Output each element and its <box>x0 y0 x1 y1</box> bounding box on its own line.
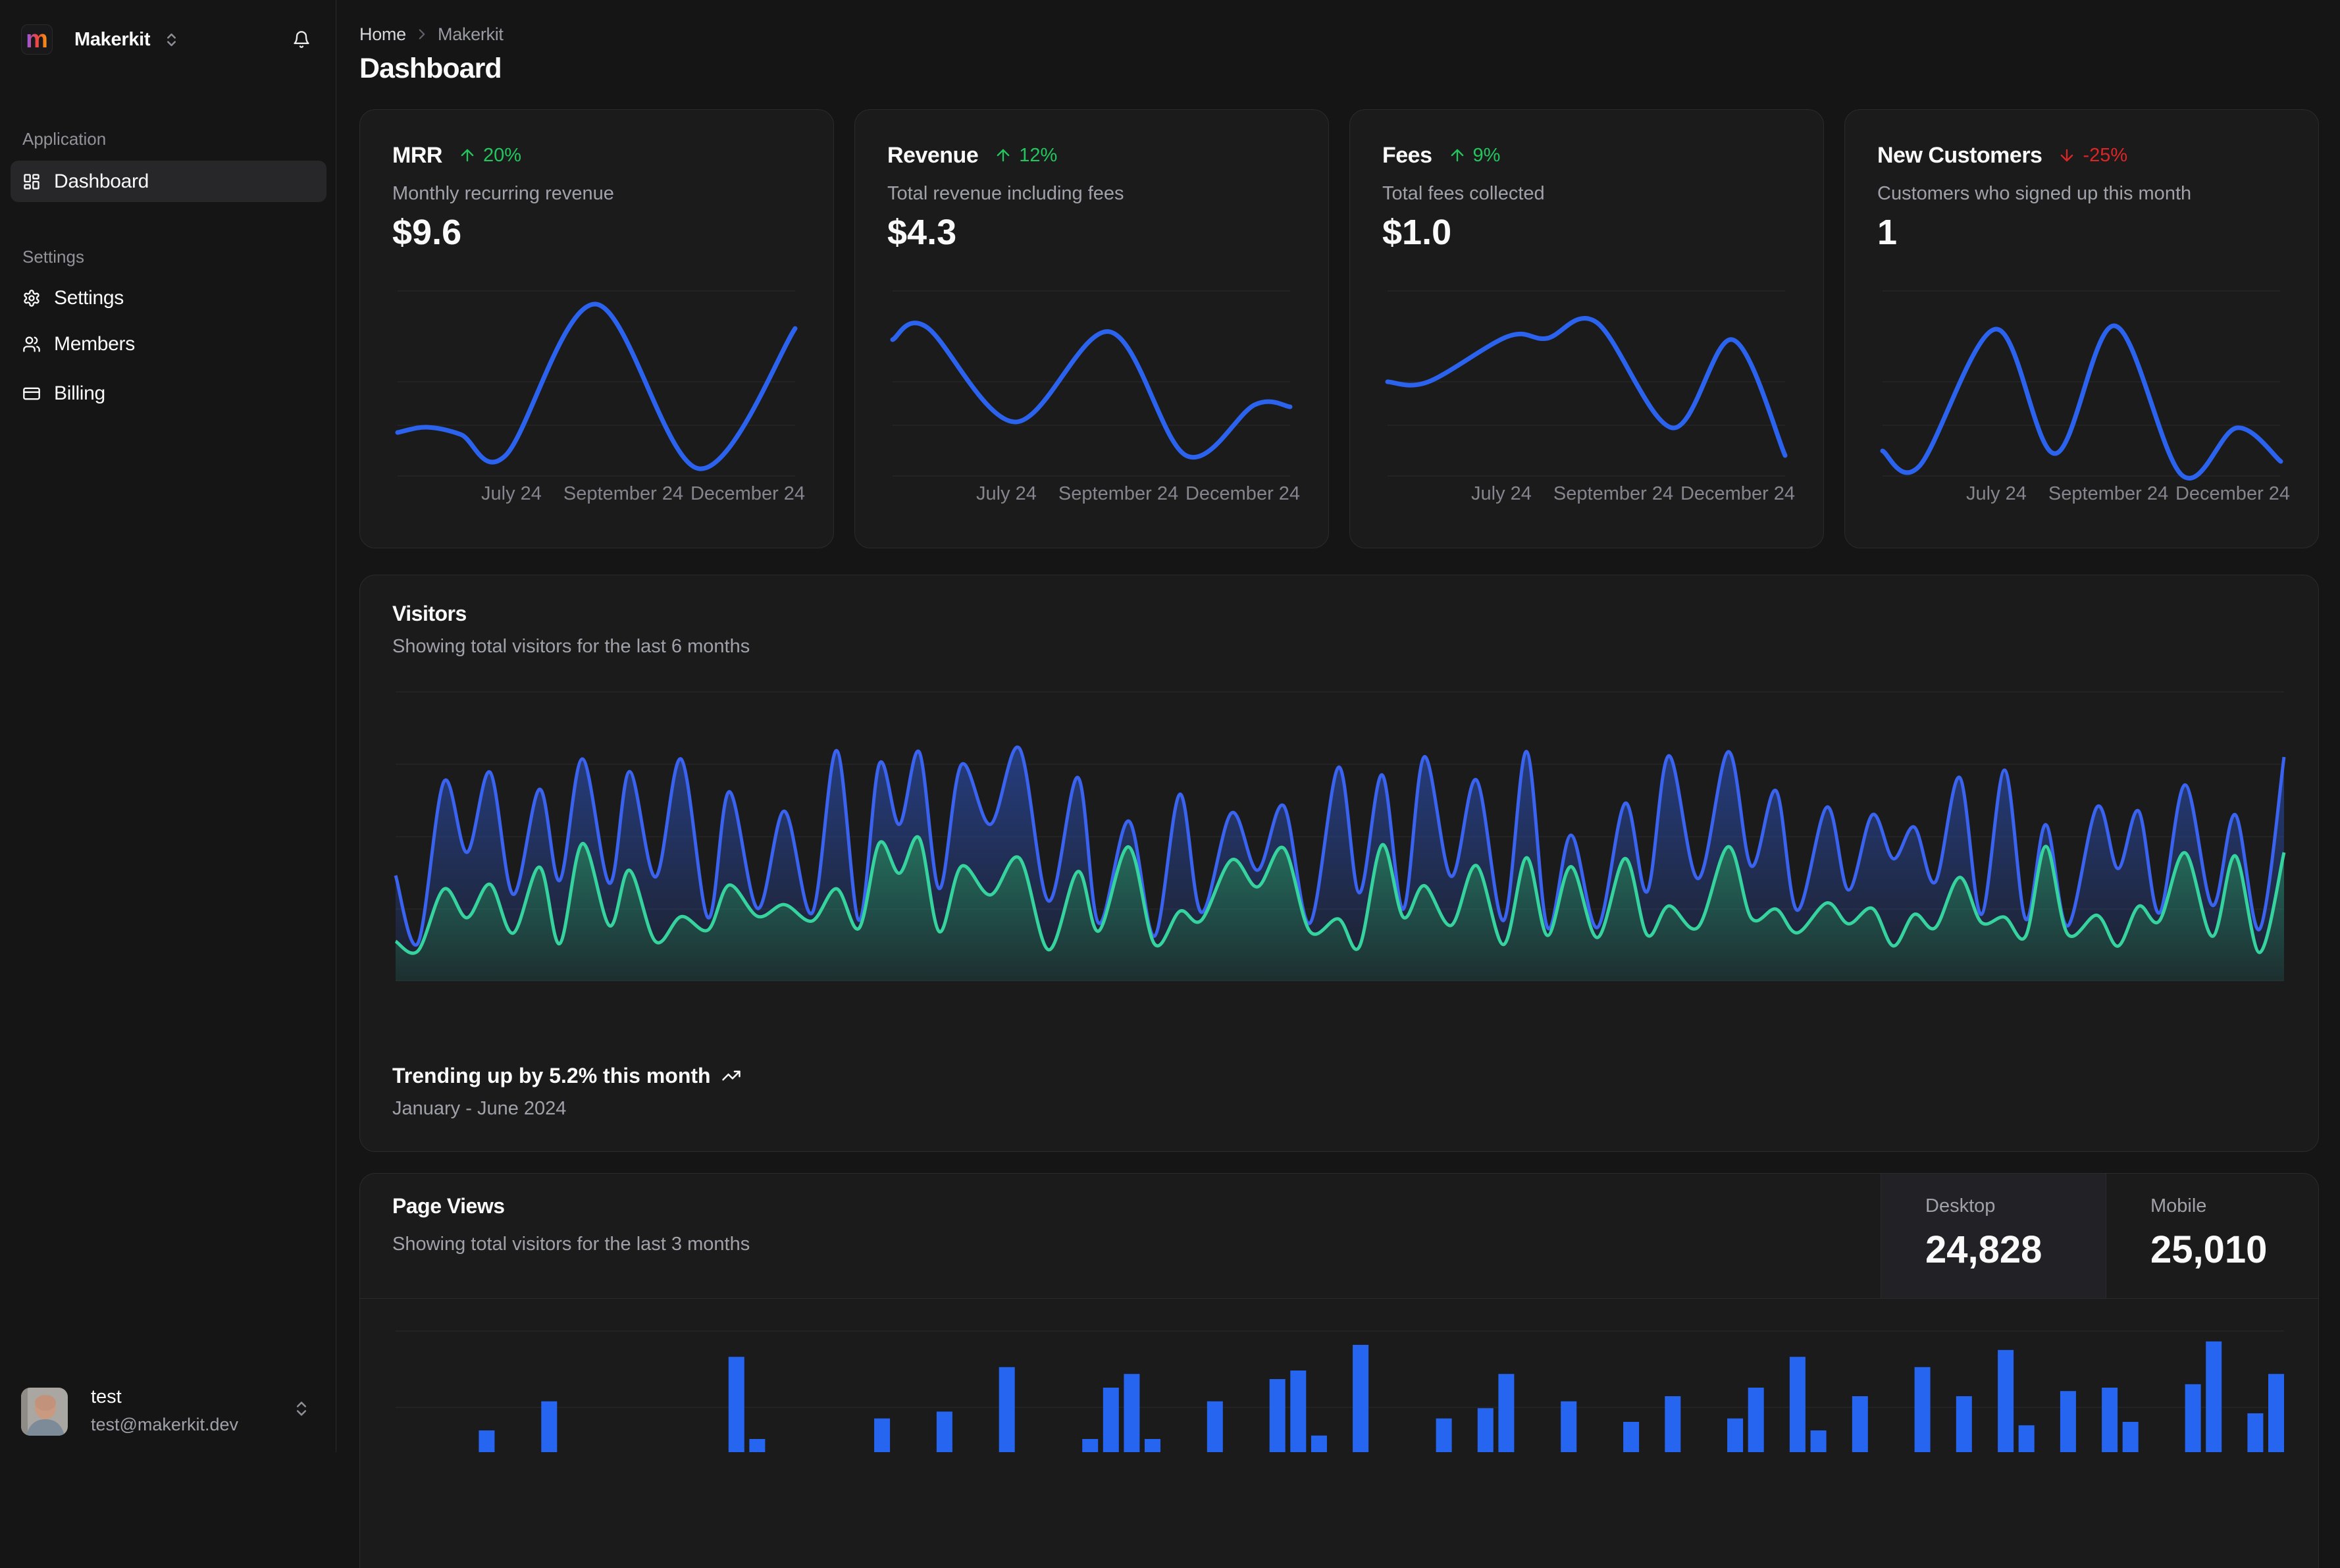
svg-text:m: m <box>26 26 48 53</box>
